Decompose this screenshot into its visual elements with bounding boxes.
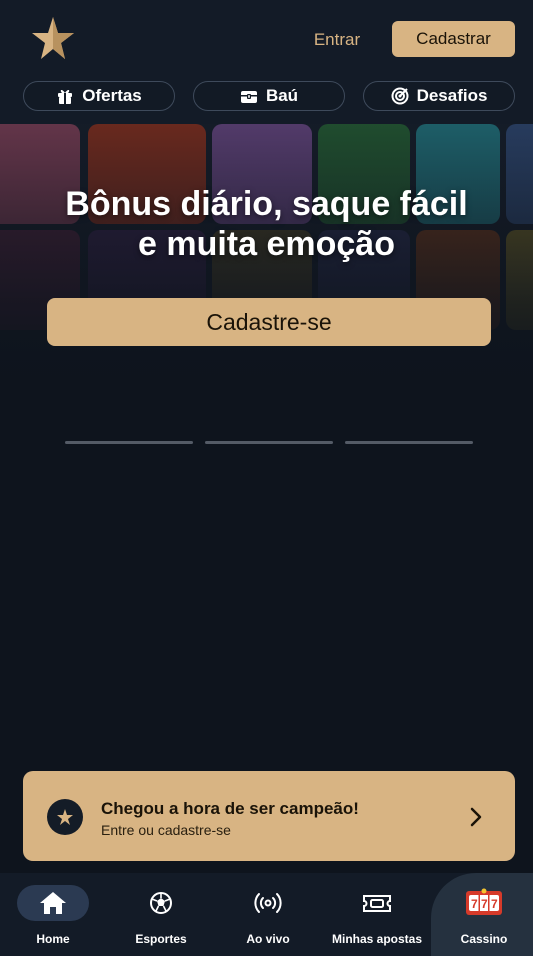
top-header: Entrar Cadastrar Ofertas Baú Desafios xyxy=(0,0,533,124)
svg-text:7: 7 xyxy=(471,897,478,911)
gift-icon xyxy=(58,89,73,104)
offers-pill[interactable]: Ofertas xyxy=(23,81,175,111)
signup-cta-button[interactable]: Cadastre-se xyxy=(47,298,491,346)
app-page: Entrar Cadastrar Ofertas Baú Desafios Bô… xyxy=(0,0,533,956)
chest-label: Baú xyxy=(265,86,299,105)
ticket-icon xyxy=(361,885,393,921)
nav-casino-label: Cassino xyxy=(460,932,508,946)
nav-home-label: Home xyxy=(36,932,70,946)
star-icon xyxy=(47,799,83,835)
register-button[interactable]: Cadastrar xyxy=(392,21,515,57)
live-broadcast-icon xyxy=(252,885,284,921)
nav-sports[interactable]: Esportes xyxy=(109,873,213,956)
promo-subtitle: Entre ou cadastre-se xyxy=(101,822,231,838)
nav-casino[interactable]: 7 7 7 Cassino xyxy=(431,873,533,956)
svg-text:7: 7 xyxy=(481,897,488,911)
chevron-right-icon xyxy=(470,807,482,827)
challenges-pill[interactable]: Desafios xyxy=(363,81,515,111)
chest-icon xyxy=(240,91,257,103)
slot-machine-icon: 7 7 7 xyxy=(464,885,504,921)
offers-label: Ofertas xyxy=(82,86,142,105)
promo-banner: Bônus diário, saque fácil e muita emoção… xyxy=(0,124,533,406)
star-logo-icon[interactable] xyxy=(30,15,76,61)
carousel-indicator[interactable] xyxy=(345,441,473,444)
challenges-label: Desafios xyxy=(416,86,488,105)
promo-title: Chegou a hora de ser campeão! xyxy=(101,799,359,818)
login-button[interactable]: Entrar xyxy=(300,22,374,58)
home-icon xyxy=(17,885,89,921)
target-icon xyxy=(391,87,409,105)
banner-overlay xyxy=(0,124,533,406)
nav-my-bets-label: Minhas apostas xyxy=(331,932,423,946)
nav-live-label: Ao vivo xyxy=(246,932,290,946)
champion-promo-card[interactable]: Chegou a hora de ser campeão! Entre ou c… xyxy=(23,771,515,861)
carousel-indicator[interactable] xyxy=(205,441,333,444)
nav-sports-label: Esportes xyxy=(135,932,187,946)
carousel-indicator[interactable] xyxy=(65,441,193,444)
banner-title: Bônus diário, saque fácil e muita emoção xyxy=(65,185,468,263)
nav-my-bets[interactable]: Minhas apostas xyxy=(323,873,431,956)
chest-pill[interactable]: Baú xyxy=(193,81,345,111)
nav-live[interactable]: Ao vivo xyxy=(216,873,320,956)
nav-home[interactable]: Home xyxy=(0,873,106,956)
soccer-ball-icon xyxy=(146,885,176,921)
svg-text:7: 7 xyxy=(491,897,498,911)
